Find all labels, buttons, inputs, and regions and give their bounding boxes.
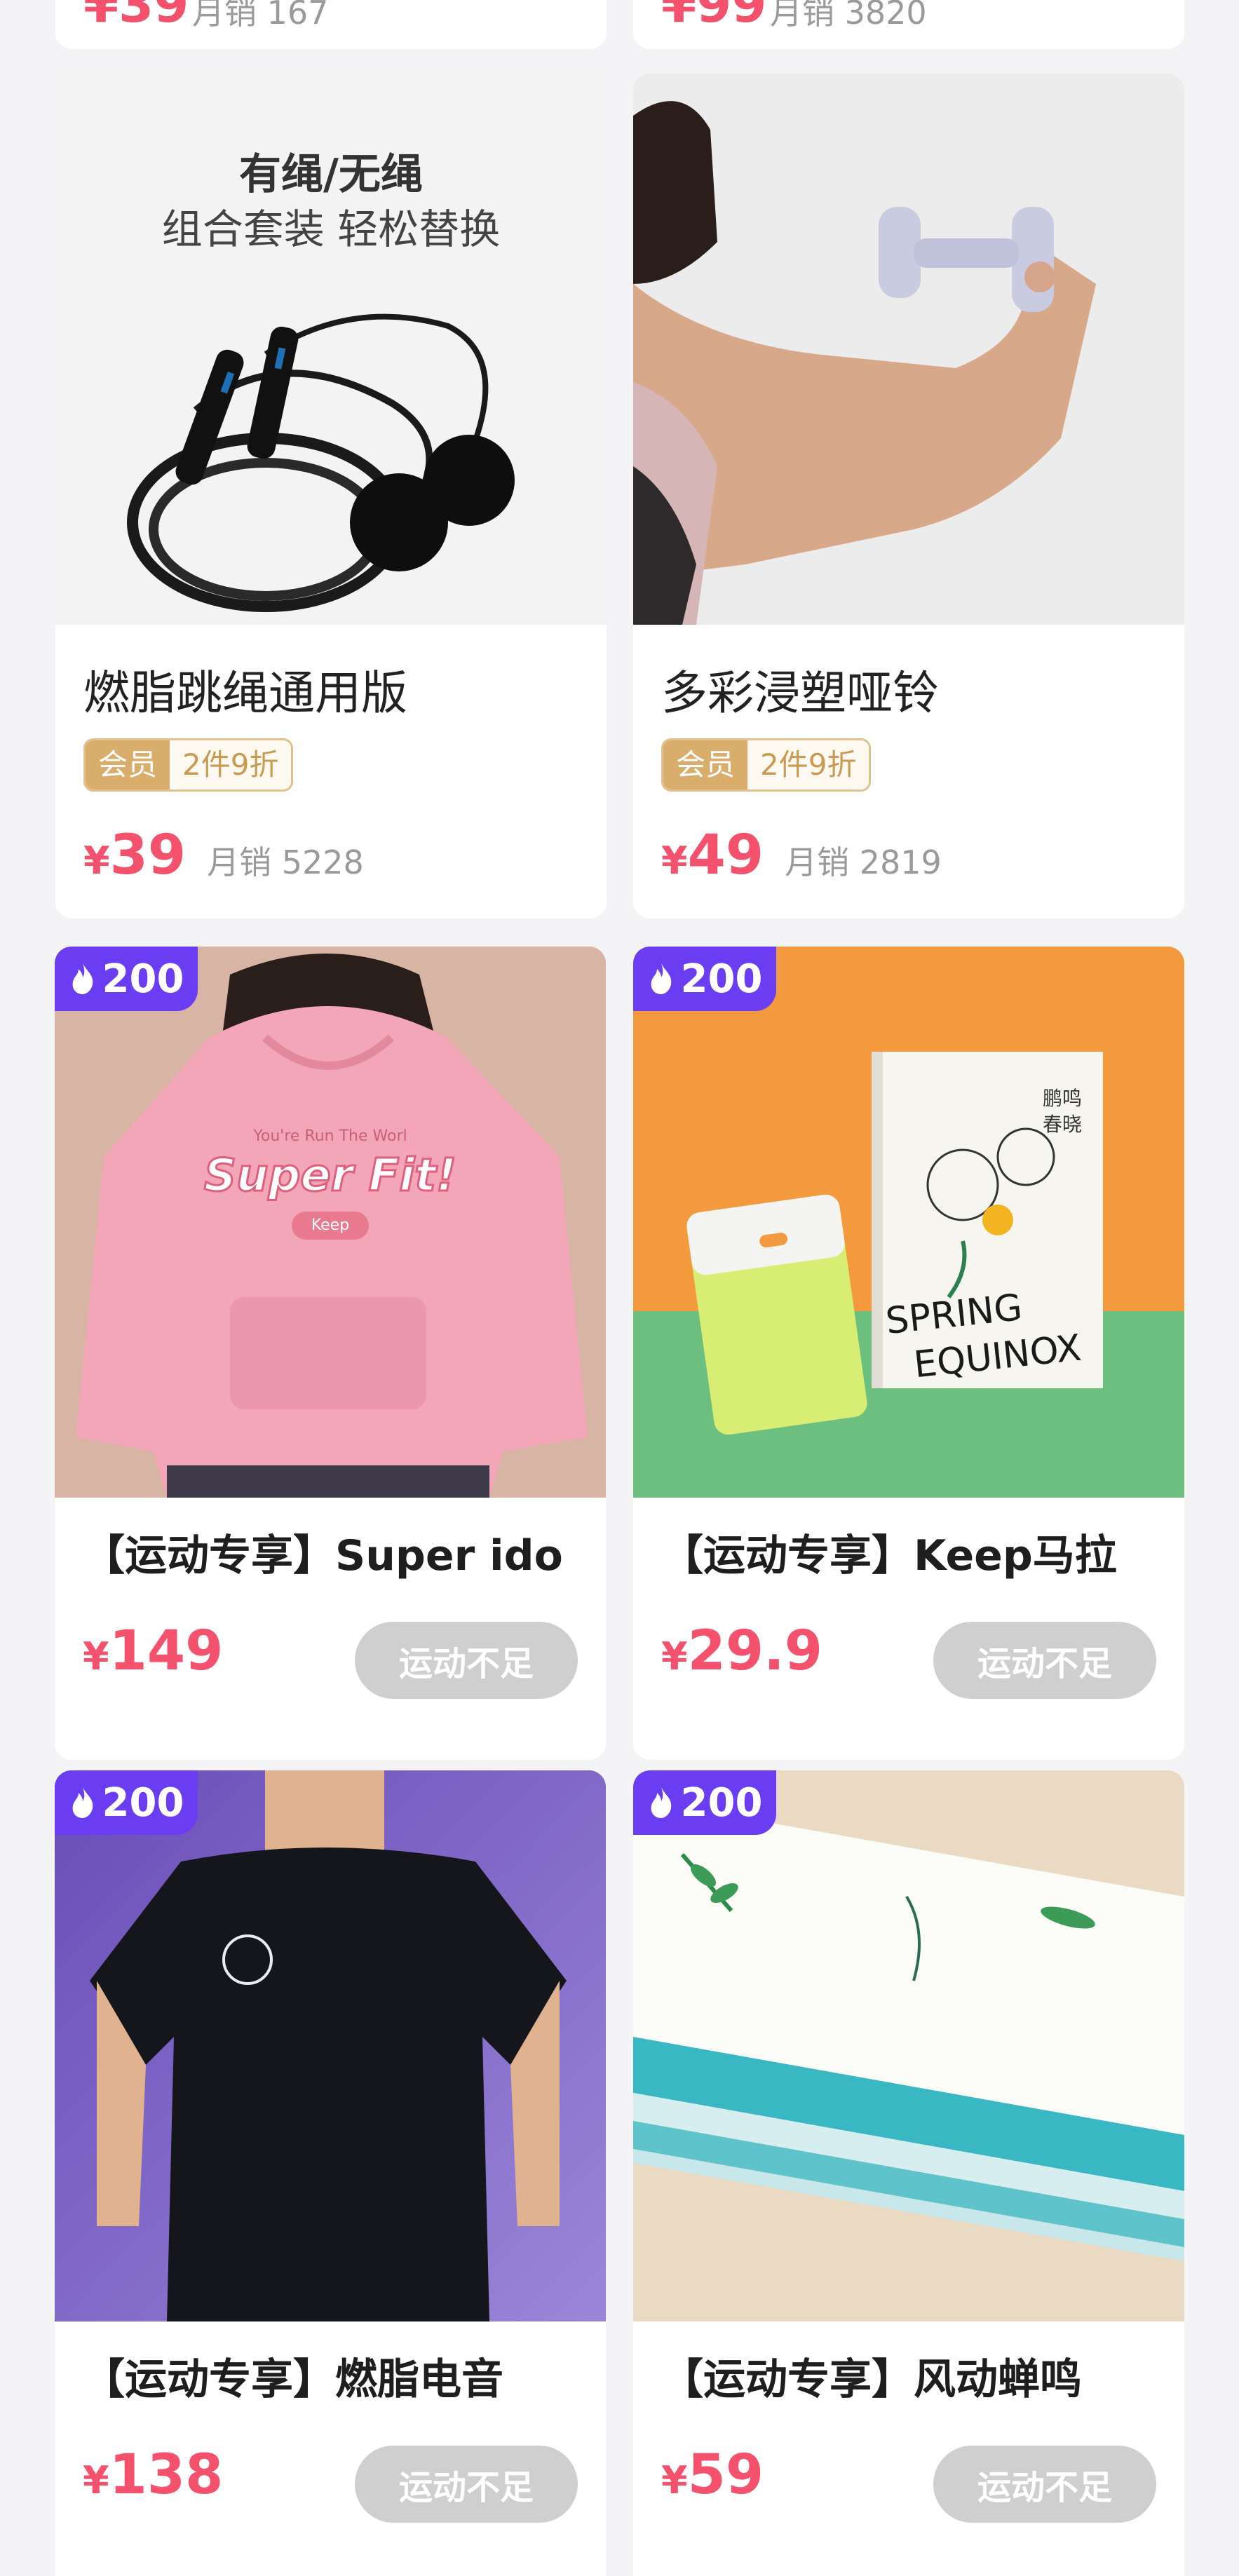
product-title: 【运动专享】燃脂电音	[83, 2355, 503, 2404]
product-image: 有绳/无绳 组合套装 轻松替换	[55, 74, 607, 625]
points-badge: 200	[633, 1770, 776, 1835]
exchange-card-towel[interactable]: 200 【运动专享】风动蝉鸣 ¥ 59 运动不足	[633, 1770, 1184, 2576]
redeem-button[interactable]: 运动不足	[933, 2446, 1156, 2523]
redeem-button[interactable]: 运动不足	[355, 2446, 578, 2523]
redeem-button[interactable]: 运动不足	[933, 1622, 1156, 1699]
price: ¥99	[661, 0, 767, 34]
price: 49	[687, 824, 764, 887]
points-badge: 200	[55, 947, 198, 1011]
product-image: 200	[55, 1770, 606, 2321]
product-name: 多彩浸塑哑铃	[661, 666, 939, 720]
price-row: ¥ 39 月销 5228	[83, 824, 364, 887]
product-card-dumbbell[interactable]: 多彩浸塑哑铃 会员 2件9折 ¥ 49 月销 2819	[633, 74, 1184, 918]
fire-icon	[651, 1787, 671, 1818]
product-image: 鹏鸣 春晓 SPRING EQUINOX 200	[633, 947, 1184, 1498]
price: 149	[109, 1620, 224, 1683]
price-row: ¥ 29.9	[661, 1620, 822, 1683]
product-title: 【运动专享】风动蝉鸣	[661, 2355, 1082, 2404]
points-value: 200	[102, 1780, 184, 1826]
currency-symbol: ¥	[83, 2458, 109, 2502]
price-row: ¥ 138	[83, 2443, 223, 2507]
dumbbell-photo-illustration	[633, 74, 1184, 625]
marathon-kit-illustration	[633, 947, 1184, 1498]
currency-symbol: ¥	[661, 1634, 688, 1679]
redeem-button[interactable]: 运动不足	[355, 1622, 578, 1699]
partial-product-card[interactable]: ¥39 月销 167	[55, 0, 607, 49]
price: 59	[687, 2443, 764, 2507]
monthly-sales: 月销 2819	[785, 843, 942, 881]
product-image	[633, 74, 1184, 625]
member-tag: 会员	[663, 740, 748, 789]
exchange-card-tshirt[interactable]: 200 【运动专享】燃脂电音 ¥ 138 运动不足	[55, 1770, 606, 2576]
monthly-sales: 月销 3820	[770, 0, 927, 32]
hoodie-print-main: Super Fit!	[203, 1149, 457, 1203]
promo-tags: 会员 2件9折	[83, 738, 294, 792]
book-title-cn-2: 春晓	[1042, 1113, 1082, 1136]
product-card-jump-rope[interactable]: 有绳/无绳 组合套装 轻松替换 燃脂跳绳通用版 会员 2件9折 ¥ 39 月销 …	[55, 74, 607, 918]
points-value: 200	[680, 1780, 763, 1826]
hoodie-print-logo: Keep	[292, 1212, 369, 1240]
price-row: ¥ 149	[83, 1620, 223, 1683]
price: 39	[109, 824, 187, 887]
points-value: 200	[680, 956, 763, 1002]
currency-symbol: ¥	[661, 839, 688, 883]
currency-symbol: ¥	[83, 839, 110, 883]
price: ¥39	[83, 0, 189, 34]
product-image: 200	[633, 1770, 1184, 2321]
currency-symbol: ¥	[83, 1634, 109, 1679]
points-value: 200	[102, 956, 184, 1002]
towel-photo-illustration	[633, 1770, 1184, 2321]
fire-icon	[72, 963, 93, 994]
price: 138	[109, 2443, 224, 2507]
hoodie-print-small: You're Run The Worl	[253, 1127, 407, 1145]
promo-tags: 会员 2件9折	[661, 738, 872, 792]
fire-icon	[72, 1787, 93, 1818]
price-row: ¥ 49 月销 2819	[661, 824, 942, 887]
product-title: 【运动专享】Keep马拉	[661, 1531, 1117, 1580]
exchange-card-hoodie[interactable]: You're Run The Worl Super Fit! Keep 200 …	[55, 947, 606, 1760]
product-image: You're Run The Worl Super Fit! Keep 200	[55, 947, 606, 1498]
fire-icon	[651, 963, 671, 994]
product-title: 【运动专享】Super ido	[83, 1531, 563, 1580]
tshirt-photo-illustration	[55, 1770, 606, 2321]
price-row: ¥ 59	[661, 2443, 764, 2507]
deal-tag: 2件9折	[170, 740, 292, 789]
monthly-sales: 月销 5228	[207, 843, 364, 881]
monthly-sales: 月销 167	[192, 0, 329, 32]
book-title-cn-1: 鹏鸣	[1042, 1087, 1082, 1110]
deal-tag: 2件9折	[747, 740, 869, 789]
price: 29.9	[687, 1620, 823, 1683]
product-feed: ¥39 月销 167 ¥99 月销 3820 有绳/无绳 组合套装 轻松替换 燃…	[0, 0, 1239, 2576]
partial-product-card[interactable]: ¥99 月销 3820	[633, 0, 1184, 49]
currency-symbol: ¥	[661, 2458, 688, 2502]
points-badge: 200	[633, 947, 776, 1011]
exchange-card-keep-marathon[interactable]: 鹏鸣 春晓 SPRING EQUINOX 200 【运动专享】Keep马拉 ¥ …	[633, 947, 1184, 1760]
product-name: 燃脂跳绳通用版	[83, 666, 407, 720]
points-badge: 200	[55, 1770, 198, 1835]
member-tag: 会员	[86, 740, 170, 789]
jump-rope-illustration	[127, 313, 515, 612]
